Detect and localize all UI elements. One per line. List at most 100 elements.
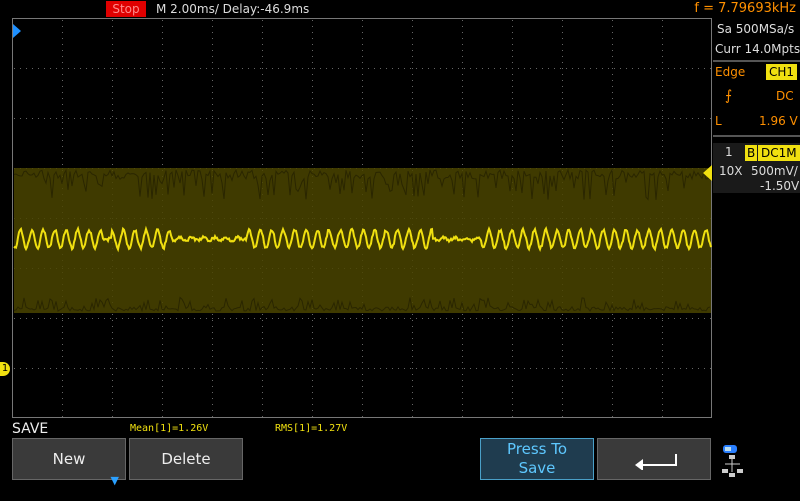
- grid-dot: [632, 118, 633, 119]
- grid-dot: [620, 68, 621, 69]
- grid-dot: [662, 362, 663, 363]
- trigger-type[interactable]: Edge: [715, 65, 745, 79]
- grid-dot: [262, 62, 263, 63]
- grid-dot: [92, 118, 93, 119]
- grid-dot: [158, 368, 159, 369]
- run-stop-status[interactable]: Stop: [106, 1, 146, 17]
- vertical-offset: -1.50V: [760, 179, 800, 193]
- grid-dot: [20, 68, 21, 69]
- grid-dot: [412, 362, 413, 363]
- trigger-position-icon[interactable]: [13, 24, 21, 38]
- grid-dot: [176, 68, 177, 69]
- grid-dot: [578, 318, 579, 319]
- grid-dot: [412, 314, 413, 315]
- grid-dot: [612, 332, 613, 333]
- new-button[interactable]: New ▼: [12, 438, 126, 487]
- grid-dot: [512, 158, 513, 159]
- grid-dot: [212, 374, 213, 375]
- grid-dot: [104, 118, 105, 119]
- grid-dot: [62, 362, 63, 363]
- grid-dot: [164, 118, 165, 119]
- grid-dot: [162, 32, 163, 33]
- trigger-source-badge[interactable]: CH1: [766, 64, 798, 80]
- grid-dot: [392, 318, 393, 319]
- ch1-info-box[interactable]: 1 B DC1M 10X 500mV/ -1.50V: [713, 143, 800, 193]
- grid-dot: [312, 86, 313, 87]
- grid-dot: [548, 368, 549, 369]
- delete-button[interactable]: Delete: [129, 438, 243, 480]
- grid-dot: [462, 86, 463, 87]
- grid-dot: [662, 32, 663, 33]
- grid-dot: [488, 118, 489, 119]
- grid-dot: [112, 122, 113, 123]
- grid-dot: [596, 368, 597, 369]
- grid-dot: [596, 118, 597, 119]
- grid-dot: [62, 92, 63, 93]
- back-button[interactable]: [597, 438, 711, 480]
- grid-dot: [612, 68, 613, 69]
- grid-dot: [562, 356, 563, 357]
- grid-dot: [162, 62, 163, 63]
- empty-softkey[interactable]: [246, 438, 360, 480]
- grid-dot: [662, 20, 663, 21]
- empty-softkey[interactable]: [363, 438, 477, 480]
- grid-dot: [362, 146, 363, 147]
- grid-dot: [212, 80, 213, 81]
- grid-dot: [462, 362, 463, 363]
- grid-dot: [62, 338, 63, 339]
- grid-dot: [562, 368, 563, 369]
- grid-dot: [312, 128, 313, 129]
- grid-dot: [462, 128, 463, 129]
- grid-dot: [162, 158, 163, 159]
- grid-dot: [638, 318, 639, 319]
- grid-dot: [662, 410, 663, 411]
- grid-dot: [312, 80, 313, 81]
- grid-dot: [162, 164, 163, 165]
- grid-dot: [212, 386, 213, 387]
- grid-dot: [362, 80, 363, 81]
- grid-dot: [620, 318, 621, 319]
- grid-dot: [428, 118, 429, 119]
- grid-dot: [512, 110, 513, 111]
- ch1-coupling-badge: DC1M: [758, 145, 800, 161]
- grid-dot: [254, 68, 255, 69]
- grid-dot: [112, 320, 113, 321]
- grid-dot: [312, 146, 313, 147]
- grid-dot: [312, 356, 313, 357]
- grid-dot: [272, 68, 273, 69]
- grid-dot: [162, 338, 163, 339]
- grid-dot: [362, 314, 363, 315]
- grid-dot: [398, 368, 399, 369]
- grid-dot: [212, 344, 213, 345]
- grid-dot: [562, 146, 563, 147]
- grid-dot: [412, 104, 413, 105]
- grid-dot: [14, 368, 15, 369]
- grid-dot: [458, 68, 459, 69]
- grid-dot: [112, 326, 113, 327]
- press-to-save-button[interactable]: Press To Save: [480, 438, 594, 480]
- grid-dot: [262, 146, 263, 147]
- grid-dot: [162, 56, 163, 57]
- grid-dot: [428, 368, 429, 369]
- grid-dot: [512, 350, 513, 351]
- grid-dot: [98, 318, 99, 319]
- timebase-readout: M 2.00ms/ Delay:-46.9ms: [156, 2, 310, 16]
- grid-dot: [662, 164, 663, 165]
- grid-dot: [62, 56, 63, 57]
- grid-dot: [272, 318, 273, 319]
- grid-dot: [62, 320, 63, 321]
- trigger-level-icon[interactable]: [703, 165, 712, 181]
- grid-dot: [44, 118, 45, 119]
- grid-dot: [62, 158, 63, 159]
- grid-dot: [170, 68, 171, 69]
- grid-dot: [158, 318, 159, 319]
- ch1-ground-marker[interactable]: 1: [0, 362, 10, 376]
- grid-dot: [512, 152, 513, 153]
- grid-dot: [412, 128, 413, 129]
- grid-dot: [668, 68, 669, 69]
- grid-dot: [412, 344, 413, 345]
- grid-dot: [262, 86, 263, 87]
- grid-dot: [212, 134, 213, 135]
- grid-dot: [20, 368, 21, 369]
- grid-dot: [482, 368, 483, 369]
